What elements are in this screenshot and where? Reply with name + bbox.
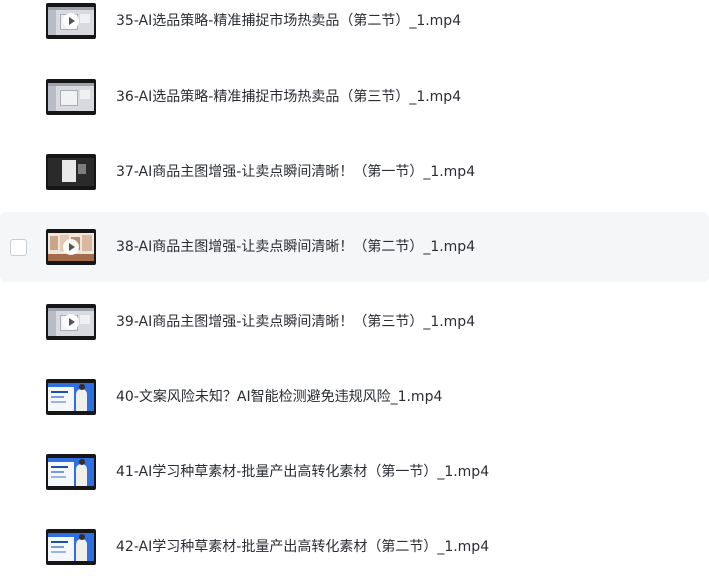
file-name: 41-AI学习种草素材-批量产出高转化素材（第一节）_1.mp4 <box>116 464 490 480</box>
file-row[interactable]: 42-AI学习种草素材-批量产出高转化素材（第二节）_1.mp4 <box>0 512 709 582</box>
video-thumbnail-icon <box>46 229 96 265</box>
file-name: 40-文案风险未知？AI智能检测避免违规风险_1.mp4 <box>116 389 443 405</box>
file-name: 37-AI商品主图增强-让卖点瞬间清晰！（第一节）_1.mp4 <box>116 164 476 180</box>
file-name: 38-AI商品主图增强-让卖点瞬间清晰！（第二节）_1.mp4 <box>116 239 476 255</box>
video-thumbnail-icon <box>46 79 96 115</box>
video-thumbnail-icon <box>46 154 96 190</box>
video-thumbnail-icon <box>46 529 96 565</box>
video-thumbnail-icon <box>46 454 96 490</box>
file-list: 35-AI选品策略-精准捕捉市场热卖品（第二节）_1.mp4 36-AI选品策略… <box>0 0 709 580</box>
file-row[interactable]: 35-AI选品策略-精准捕捉市场热卖品（第二节）_1.mp4 <box>0 0 709 56</box>
video-thumbnail-icon <box>46 3 96 39</box>
file-name: 36-AI选品策略-精准捕捉市场热卖品（第三节）_1.mp4 <box>116 89 462 105</box>
file-name: 42-AI学习种草素材-批量产出高转化素材（第二节）_1.mp4 <box>116 539 490 555</box>
play-icon <box>63 239 79 255</box>
video-thumbnail-icon <box>46 379 96 415</box>
file-row-hovered[interactable]: 38-AI商品主图增强-让卖点瞬间清晰！（第二节）_1.mp4 <box>0 212 709 282</box>
file-row[interactable]: 36-AI选品策略-精准捕捉市场热卖品（第三节）_1.mp4 <box>0 62 709 132</box>
file-row[interactable]: 41-AI学习种草素材-批量产出高转化素材（第一节）_1.mp4 <box>0 437 709 507</box>
file-row[interactable]: 40-文案风险未知？AI智能检测避免违规风险_1.mp4 <box>0 362 709 432</box>
row-checkbox[interactable] <box>10 239 27 256</box>
file-row[interactable]: 39-AI商品主图增强-让卖点瞬间清晰！（第三节）_1.mp4 <box>0 287 709 357</box>
play-icon <box>63 13 79 29</box>
file-row[interactable]: 37-AI商品主图增强-让卖点瞬间清晰！（第一节）_1.mp4 <box>0 137 709 207</box>
file-name: 35-AI选品策略-精准捕捉市场热卖品（第二节）_1.mp4 <box>116 13 462 29</box>
file-name: 39-AI商品主图增强-让卖点瞬间清晰！（第三节）_1.mp4 <box>116 314 476 330</box>
video-thumbnail-icon <box>46 304 96 340</box>
play-icon <box>63 314 79 330</box>
